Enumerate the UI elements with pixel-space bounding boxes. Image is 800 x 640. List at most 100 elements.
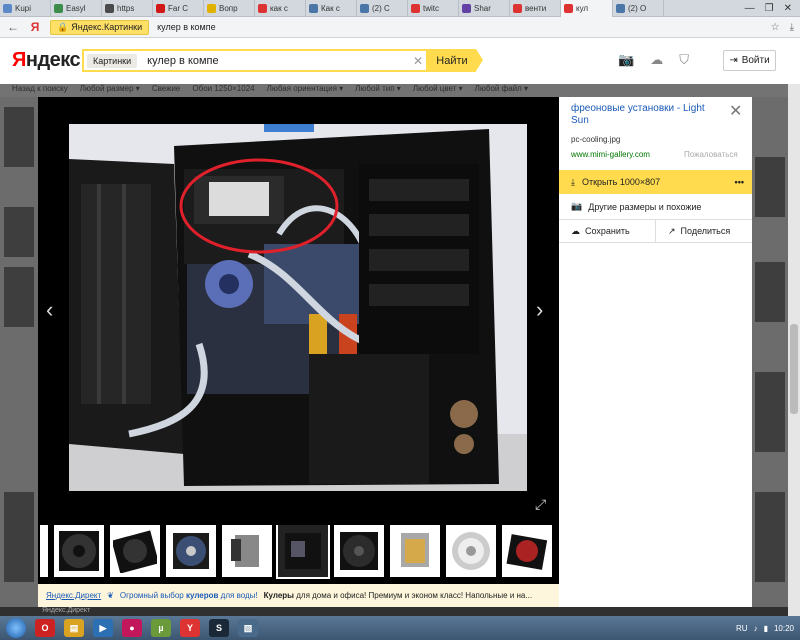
fan-thumb-icon (59, 531, 99, 571)
search-input[interactable]: кулер в компе (147, 55, 410, 67)
browser-tab[interactable]: Easyl (51, 0, 102, 17)
browser-tab-strip: Kupi Easyl https Far C Вопр как с Как с (2) С tw… (0, 0, 800, 17)
search-service-chip[interactable]: Картинки (87, 53, 138, 68)
direct-footer-label[interactable]: Яндекс.Директ (38, 607, 238, 616)
start-button[interactable] (6, 618, 26, 638)
browser-tab[interactable]: Far C (153, 0, 204, 17)
browser-tab[interactable]: венти (510, 0, 561, 17)
page-scrollbar[interactable] (788, 84, 800, 616)
scroll-thumb[interactable] (790, 324, 798, 414)
panel-actions: ☁ Сохранить ↗ Поделиться (559, 219, 752, 243)
browser-tab[interactable]: Kupi (0, 0, 51, 17)
volume-icon[interactable]: ♪ (754, 624, 758, 633)
thumbnail[interactable] (110, 525, 160, 577)
next-image-arrow[interactable]: › (536, 297, 543, 323)
other-sizes-link[interactable]: 📷 Другие размеры и похожие (571, 201, 701, 212)
thumbnail[interactable] (390, 525, 440, 577)
shield-icon[interactable]: ⛉ (679, 52, 689, 68)
image-domain[interactable]: www.mimi-gallery.com (571, 150, 650, 159)
ad-icon: ❦ (107, 591, 114, 600)
fullscreen-icon[interactable]: ⤢ (535, 496, 546, 513)
browser-tab[interactable]: Как с (306, 0, 357, 17)
site-identity-pill[interactable]: 🔒 Яндекс.Картинки (50, 19, 150, 35)
open-label: Открыть 1000×807 (581, 177, 661, 187)
thumbnail[interactable] (40, 525, 48, 577)
find-button[interactable]: Найти (428, 49, 483, 72)
login-icon: ⇥ (729, 55, 738, 66)
back-arrow-icon[interactable]: ← (6, 20, 20, 34)
image-source-title[interactable]: фреоновые установки - Light Sun (571, 103, 721, 127)
lock-icon: 🔒 (57, 21, 69, 32)
yandex-header: Яндекс Картинки кулер в компе ✕ Найти 📷 … (0, 38, 800, 84)
browser-tab[interactable]: Shar (459, 0, 510, 17)
yandex-browser-icon[interactable]: Я (28, 20, 42, 34)
tab-favicon-icon (207, 4, 216, 13)
browser-tab[interactable]: (2) С (357, 0, 408, 17)
thumbnail-selected[interactable] (276, 525, 330, 579)
camera-icon[interactable]: 📷 (618, 52, 634, 68)
header-icons: 📷 ☁ ⛉ (618, 52, 689, 68)
tab-label: twitc (423, 4, 439, 13)
yandex-logo[interactable]: Яндекс (12, 49, 81, 72)
steam-icon[interactable]: S (209, 619, 229, 637)
tab-label: Easyl (66, 4, 86, 13)
previous-image-arrow[interactable]: ‹ (46, 297, 53, 323)
minimize-button[interactable]: — (745, 3, 755, 14)
direct-label[interactable]: Яндекс.Директ (46, 591, 101, 600)
thumbnail[interactable] (446, 525, 496, 577)
browser-tab-active[interactable]: кул (561, 0, 613, 17)
main-image[interactable] (69, 124, 527, 491)
save-button[interactable]: ☁ Сохранить (559, 220, 655, 242)
tab-label: (2) О (628, 4, 647, 13)
explorer-icon[interactable]: ▤ (64, 619, 84, 637)
bookmark-icon[interactable]: ☆ (771, 22, 780, 33)
other-sizes-label: Другие размеры и похожие (588, 201, 702, 212)
media-icon[interactable]: ▶ (93, 619, 113, 637)
login-button[interactable]: ⇥ Войти (723, 50, 776, 71)
address-query[interactable]: кулер в компе (157, 22, 216, 32)
language-indicator[interactable]: RU (736, 624, 748, 633)
fan-thumb-icon (506, 534, 548, 570)
save-label: Сохранить (585, 226, 630, 236)
share-button[interactable]: ↗ Поделиться (655, 220, 752, 242)
network-icon[interactable]: ▮ (764, 624, 768, 633)
browser-tab[interactable]: twitc (408, 0, 459, 17)
tab-favicon-icon (156, 4, 165, 13)
yandex-browser-icon[interactable]: Y (180, 619, 200, 637)
downloads-icon[interactable]: ⤓ (790, 22, 794, 33)
photo-icon[interactable]: ▧ (238, 619, 258, 637)
browser-tab[interactable]: (2) О (613, 0, 664, 17)
torrent-icon[interactable]: µ (151, 619, 171, 637)
image-viewer: ‹ › ⤢ Яндекс.Директ ❦ Огромный выбор кул… (38, 97, 559, 607)
browser-tab[interactable]: https (102, 0, 153, 17)
tab-favicon-icon (105, 4, 114, 13)
browser-tab[interactable]: как с (255, 0, 306, 17)
maximize-button[interactable]: ❐ (765, 3, 774, 14)
ad-link[interactable]: Огромный выбор кулеров для воды! (120, 591, 258, 600)
close-window-button[interactable]: ✕ (784, 3, 792, 14)
fan-thumb-icon (173, 533, 209, 569)
logo-first-letter: Я (12, 49, 26, 71)
thumbnail[interactable] (54, 525, 104, 577)
system-tray: RU ♪ ▮ 10:20 (736, 624, 800, 633)
thumbnail[interactable] (222, 525, 272, 577)
thumbnail[interactable] (166, 525, 216, 577)
clock[interactable]: 10:20 (774, 624, 794, 633)
more-options-icon[interactable]: ••• (735, 177, 744, 187)
cloud-icon[interactable]: ☁ (650, 52, 663, 68)
open-image-button[interactable]: ⤓ Открыть 1000×807 ••• (559, 170, 752, 194)
login-label: Войти (741, 55, 770, 66)
app-icon[interactable]: ● (122, 619, 142, 637)
opera-icon[interactable]: O (35, 619, 55, 637)
tab-label: венти (525, 4, 547, 13)
tab-favicon-icon (462, 4, 471, 13)
complain-link[interactable]: Пожаловаться (684, 150, 738, 159)
thumbnail[interactable] (502, 525, 552, 577)
search-box[interactable]: Картинки кулер в компе ✕ (82, 49, 428, 72)
clear-icon[interactable]: ✕ (410, 54, 426, 68)
address-actions: ☆ ⤓ (771, 22, 794, 33)
thumbnail[interactable] (334, 525, 384, 577)
close-icon[interactable]: ✕ (729, 101, 742, 121)
browser-tab[interactable]: Вопр (204, 0, 255, 17)
tab-label: Как с (321, 4, 340, 13)
